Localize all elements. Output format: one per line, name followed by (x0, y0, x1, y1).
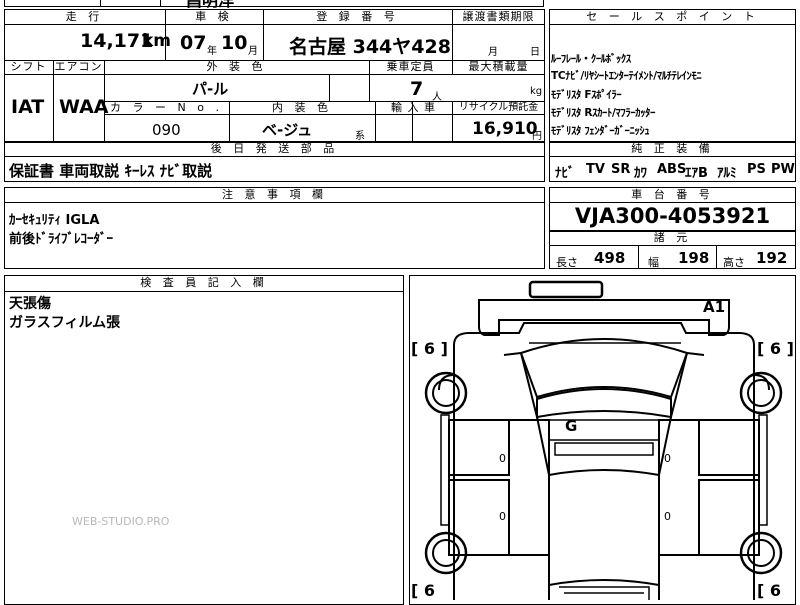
equipment-item: TV (586, 162, 605, 177)
tire-label-front-left: [ 6 ] (411, 339, 448, 358)
inspector-line: 天張傷 (9, 296, 51, 312)
retrofit-header: 後 日 発 送 部 品 (210, 142, 339, 155)
max-load-unit: kg (530, 86, 543, 97)
tire-label-front-right: [ 6 ] (757, 339, 794, 358)
tire-label-rear-left: [ 6 (411, 581, 436, 600)
tire-front-right (739, 371, 783, 415)
inspection-year: 07 (180, 32, 207, 54)
car-damage-diagram (424, 280, 783, 600)
registration-value: 名古屋 344ヤ428 (289, 36, 451, 58)
roof-panel-outline (536, 388, 672, 419)
door-value: 0 (499, 510, 506, 523)
transfer-day-unit: 日 (530, 47, 540, 58)
mileage-header: 走 行 (65, 10, 104, 23)
inspector-header: 検 査 員 記 入 欄 (140, 276, 268, 289)
equipment-item: ｶﾜ (634, 166, 647, 181)
recycle-header: リサイクル預託金 (458, 102, 539, 113)
import-car-header: 輸 入 車 (391, 101, 436, 114)
tire-label-rear-right: [ 6 (757, 581, 782, 600)
inspector-line: ガラスフィルム張 (9, 315, 121, 331)
door-value: 0 (499, 452, 506, 465)
recycle-value: 16,910 (472, 119, 538, 139)
spec-length-value: 498 (594, 249, 626, 267)
mileage-unit: km (142, 31, 172, 51)
specs-header: 諸 元 (653, 231, 692, 244)
notes-header: 注 意 事 項 欄 (222, 188, 327, 201)
equipment-item: PS (747, 162, 766, 177)
tire-front-left (424, 371, 468, 415)
max-load-header: 最大積載量 (468, 60, 529, 73)
inspection-month: 10 (221, 32, 248, 54)
door-value: 0 (664, 510, 671, 523)
sales-point-item: ﾓﾃﾞﾘｽﾀ ﾌｪﾝﾀﾞｰｶﾞｰﾆｯｼｭ (551, 125, 650, 137)
rear-outline (548, 555, 660, 587)
interior-color-header: 内 装 色 (272, 101, 332, 114)
chassis-value: VJA300-4053921 (574, 204, 771, 228)
watermark: WEB-STUDIO.PRO (72, 515, 170, 528)
equipment-item: ｱﾙﾐ (717, 166, 737, 181)
spec-height-label: 高さ (723, 256, 745, 269)
color-no-value: 090 (152, 121, 181, 139)
equipment-item: PW (771, 162, 795, 177)
inspection-year-unit: 年 (207, 46, 217, 57)
equipment-item: ｴｱB (685, 166, 708, 181)
inspection-month-unit: 月 (248, 46, 258, 57)
transfer-deadline-header: 譲渡書類期限 (462, 10, 535, 23)
notes-line: ｶｰｾｷｭﾘﾃｨ IGLA (9, 213, 100, 228)
chassis-header: 車 台 番 号 (631, 188, 714, 201)
notes-line: 前後ﾄﾞﾗｲﾌﾞﾚｺｰﾀﾞｰ (9, 232, 114, 247)
damage-mark-a1: A1 (703, 298, 726, 316)
exterior-color-header: 外 装 色 (206, 60, 267, 73)
color-no-header: カ ラ ー N o . (110, 101, 223, 114)
door-front-left (448, 419, 510, 476)
retrofit-value: 保証書 車両取説 ｷｰﾚｽ ﾅﾋﾞ取説 (9, 162, 213, 180)
sales-points-header: セ ー ル ス ポ イ ン ト (586, 10, 759, 23)
interior-color-value: ベ-ジュ (262, 121, 313, 139)
capacity-header: 乗車定員 (386, 60, 435, 73)
equipment-item: SR (611, 162, 631, 177)
spec-height-value: 192 (756, 249, 788, 267)
interior-color-suffix: 系 (355, 131, 365, 142)
sales-point-item: ﾙｰﾌﾚｰﾙ・ｸｰﾙﾎﾞｯｸｽ (551, 53, 631, 65)
aircon-header: エアコン (54, 60, 103, 73)
door-front-right (698, 419, 760, 476)
equipment-header: 純 正 装 備 (631, 142, 714, 155)
door-value: 0 (664, 452, 671, 465)
sales-point-item: ﾓﾃﾞﾘｽﾀ Fｽﾎﾟｲﾗｰ (551, 89, 622, 101)
front-bumper-outline (478, 299, 730, 336)
tire-rear-left (424, 531, 468, 575)
spec-length-label: 長さ (556, 256, 578, 269)
aircon-value: WAA (59, 96, 109, 118)
tire-rear-right (739, 531, 783, 575)
spec-width-value: 198 (678, 249, 710, 267)
exterior-color-value: パ-ル (192, 80, 229, 98)
equipment-item: ABS (657, 162, 687, 177)
capacity-value: 7 (410, 78, 424, 100)
recycle-unit: 円 (532, 131, 542, 142)
spec-width-label: 幅 (648, 256, 659, 269)
inspection-header: 車 検 (195, 10, 233, 23)
registration-header: 登 録 番 号 (316, 10, 399, 23)
equipment-item: ﾅﾋﾞ (555, 166, 575, 181)
shift-value: IAT (11, 96, 45, 118)
sales-point-item: ﾓﾃﾞﾘｽﾀ Rｽｶｰﾄ/ﾏﾌﾗｰｶｯﾀｰ (551, 107, 656, 119)
door-rear-right (698, 479, 760, 556)
roof-outline (528, 280, 604, 299)
transfer-month-unit: 月 (488, 47, 498, 58)
damage-mark-g: G (565, 417, 578, 435)
shift-header: シフト (10, 60, 47, 73)
sales-point-item: TCﾅﾋﾞ/ﾘﾔｼｰﾄｴﾝﾀｰﾃｲﾒﾝﾄ/ﾏﾙﾁﾃﾚｲﾝﾓﾆ (551, 70, 702, 82)
top-partial-row (4, 0, 544, 7)
